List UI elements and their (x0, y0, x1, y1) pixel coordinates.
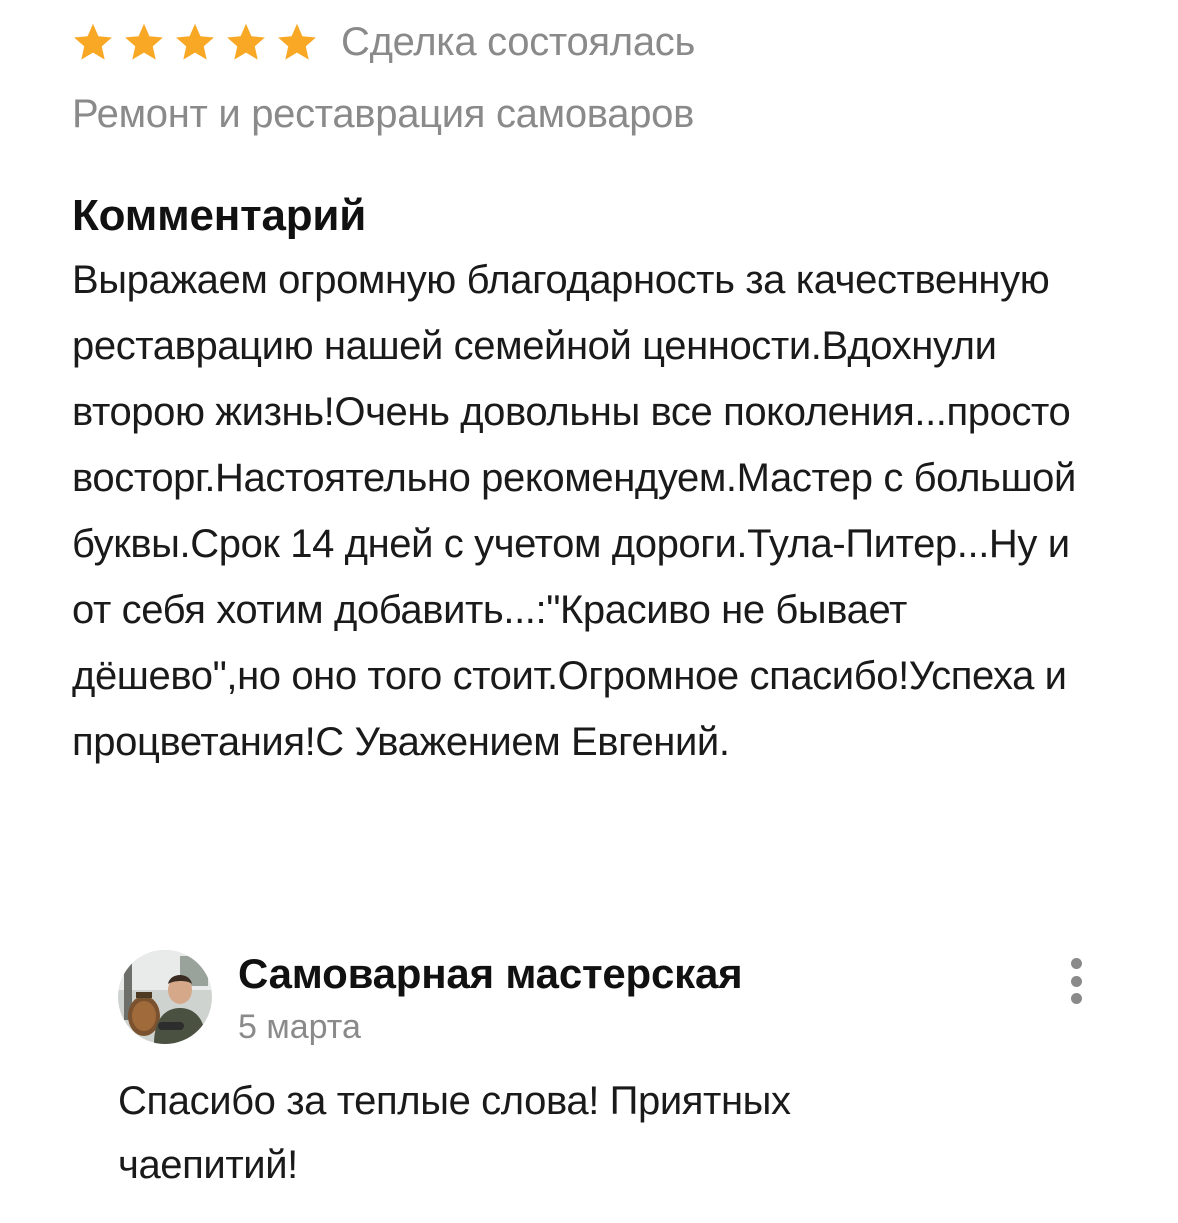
rating-row: Сделка состоялась (72, 14, 1132, 70)
reply-header: Самоварная мастерская 5 марта (118, 948, 1128, 1047)
reply-meta: Самоварная мастерская 5 марта (238, 948, 743, 1047)
reply-date: 5 марта (238, 1008, 361, 1046)
menu-dot (1070, 975, 1082, 987)
reply-text: Спасибо за теплые слова! Приятных чаепит… (118, 1079, 791, 1187)
reply-author[interactable]: Самоварная мастерская (238, 950, 743, 998)
star-icon (225, 21, 267, 63)
deal-status: Сделка состоялась (341, 19, 696, 64)
star-rating (72, 21, 327, 63)
star-icon (174, 21, 216, 63)
star-icon (72, 21, 114, 63)
seller-reply: Самоварная мастерская 5 марта Спасибо за… (118, 948, 1128, 1197)
comment-heading: Комментарий (72, 191, 367, 240)
menu-dot (1070, 993, 1082, 1004)
review-card: Сделка состоялась Ремонт и реставрация с… (72, 14, 1132, 775)
star-icon (276, 21, 318, 63)
service-name: Ремонт и реставрация самоваров (72, 92, 695, 136)
menu-dot (1070, 958, 1082, 969)
avatar[interactable] (118, 950, 212, 1044)
more-vertical-icon[interactable] (1064, 958, 1088, 1004)
comment-text: Выражаем огромную благодарность за качес… (72, 258, 1076, 764)
star-icon (123, 21, 165, 63)
